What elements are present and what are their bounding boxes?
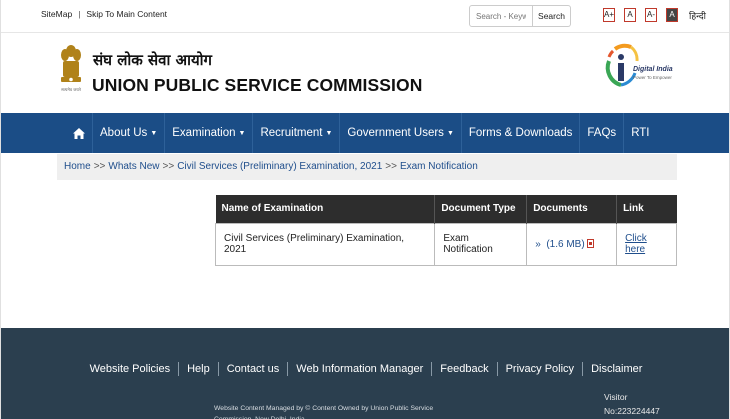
site-footer: Website Policies Help Contact us Web Inf… — [1, 328, 729, 419]
document-size: (1.6 MB) — [546, 238, 585, 250]
link-cell: Click here — [616, 222, 677, 266]
font-increase-button[interactable]: A+ — [603, 8, 615, 22]
digital-india-text: Digital India — [633, 66, 673, 73]
nav-faqs-label: FAQs — [587, 127, 617, 139]
visitor-count: No:223224447 — [604, 406, 660, 416]
nav-examination[interactable]: Examination ▼ — [165, 113, 254, 153]
footer-link-feedback[interactable]: Feedback — [432, 362, 498, 376]
breadcrumb-current: Exam Notification — [399, 161, 478, 172]
utility-separator: | — [78, 9, 81, 19]
table-header-row: Name of Examination Document Type Docume… — [215, 195, 677, 223]
nav-government-users-label: Government Users — [347, 127, 444, 139]
digital-india-logo[interactable] — [601, 43, 673, 105]
main-nav: About Us ▼ Examination ▼ Recruitment ▼ Gove… — [1, 113, 729, 153]
nav-about-us-label: About Us — [100, 127, 148, 139]
column-header-name: Name of Examination — [215, 195, 436, 223]
nav-about-us[interactable]: About Us ▼ — [93, 113, 166, 153]
footer-link-web-information-manager[interactable]: Web Information Manager — [288, 362, 433, 376]
nav-forms-downloads[interactable]: Forms & Downloads — [462, 113, 581, 153]
breadcrumb-home[interactable]: Home — [64, 161, 91, 172]
svg-text:सत्यमेव जयते: सत्यमेव जयते — [61, 87, 81, 92]
skip-to-main-link[interactable]: Skip To Main Content — [86, 9, 167, 19]
nav-items: About Us ▼ Examination ▼ Recruitment ▼ Gove… — [65, 113, 657, 153]
font-decrease-button[interactable]: A- — [645, 8, 657, 22]
doc-type-cell: Exam Notification — [434, 222, 528, 266]
document-download-link[interactable]: » (1.6 MB) — [535, 239, 584, 250]
font-size-controls: A+ A A- A — [603, 8, 678, 22]
nav-examination-label: Examination — [172, 127, 236, 139]
breadcrumb-exam[interactable]: Civil Services (Preliminary) Examination… — [177, 161, 382, 172]
org-title-hindi: संघ लोक सेवा आयोग — [93, 51, 212, 69]
nav-forms-downloads-label: Forms & Downloads — [468, 127, 573, 139]
footer-content-note: Website Content Managed by © Content Own… — [214, 405, 434, 419]
footer-link-help[interactable]: Help — [179, 362, 219, 376]
footer-links: Website Policies Help Contact us Web Inf… — [1, 362, 729, 376]
breadcrumb-separator: >> — [162, 161, 175, 172]
nav-faqs[interactable]: FAQs — [580, 113, 625, 153]
sitemap-link[interactable]: SiteMap — [41, 9, 72, 19]
footer-link-website-policies[interactable]: Website Policies — [82, 362, 180, 376]
utility-bar: SiteMap | Skip To Main Content Search A+ A… — [1, 0, 729, 32]
site-header: सत्यमेव जयते संघ लोक सेवा आयोग UNION PUB… — [1, 32, 729, 112]
home-icon — [72, 127, 85, 139]
footer-link-contact-us[interactable]: Contact us — [219, 362, 289, 376]
column-header-link: Link — [616, 195, 677, 223]
org-title-english: UNION PUBLIC SERVICE COMMISSION — [92, 75, 423, 95]
high-contrast-button[interactable]: A — [666, 8, 678, 22]
nav-rti[interactable]: RTI — [624, 113, 656, 153]
breadcrumb-separator: >> — [93, 161, 106, 172]
visitor-counter: Visitor No:223224447 — [604, 390, 660, 418]
footer-link-privacy-policy[interactable]: Privacy Policy — [498, 362, 584, 376]
exam-name-cell: Civil Services (Preliminary) Examination… — [214, 222, 436, 266]
search-button[interactable]: Search — [533, 5, 571, 27]
utility-links: SiteMap | Skip To Main Content — [41, 9, 167, 19]
bullet-icon: » — [535, 238, 541, 250]
nav-recruitment[interactable]: Recruitment ▼ — [253, 113, 341, 153]
click-here-link[interactable]: Click here — [625, 233, 647, 255]
hindi-language-link[interactable]: हिन्दी — [689, 9, 706, 22]
column-header-documents: Documents — [526, 195, 618, 223]
page: SiteMap | Skip To Main Content Search A+ A… — [0, 0, 730, 419]
pdf-icon[interactable] — [586, 238, 594, 248]
breadcrumb-separator: >> — [385, 161, 397, 172]
font-normal-button[interactable]: A — [624, 8, 636, 22]
nav-recruitment-label: Recruitment — [260, 127, 323, 139]
nav-home[interactable] — [65, 113, 93, 153]
breadcrumb: Home >> Whats New >> Civil Services (Prelimi… — [57, 154, 677, 180]
national-emblem-logo[interactable]: सत्यमेव जयते — [59, 43, 83, 95]
visitor-label: Visitor — [604, 392, 628, 402]
footer-link-disclaimer[interactable]: Disclaimer — [583, 362, 650, 376]
chevron-down-icon: ▼ — [446, 130, 454, 137]
chevron-down-icon: ▼ — [238, 130, 246, 137]
digital-india-tagline: Power To Empower — [633, 75, 672, 80]
nav-government-users[interactable]: Government Users ▼ — [340, 113, 462, 153]
breadcrumb-whats-new[interactable]: Whats New — [108, 161, 159, 172]
table-row: Civil Services (Preliminary) Examination… — [214, 222, 677, 266]
nav-rti-label: RTI — [631, 127, 650, 139]
search-input[interactable] — [469, 5, 533, 27]
document-cell: » (1.6 MB) — [526, 222, 618, 266]
column-header-doc-type: Document Type — [434, 195, 528, 223]
chevron-down-icon: ▼ — [325, 130, 333, 137]
exam-table: Name of Examination Document Type Docume… — [214, 195, 677, 266]
chevron-down-icon: ▼ — [150, 130, 158, 137]
